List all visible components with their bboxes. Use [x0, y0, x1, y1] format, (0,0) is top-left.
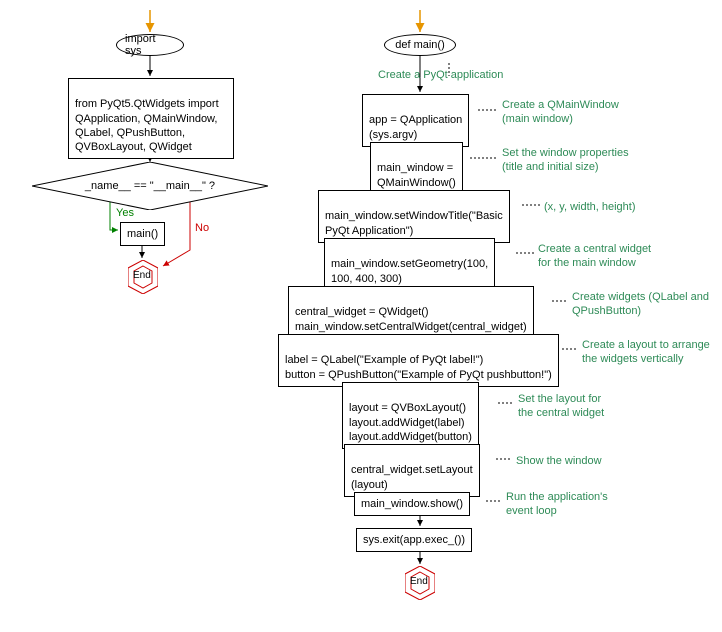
node-def-main: def main(): [384, 34, 456, 56]
node-label: def main(): [395, 39, 445, 51]
comment-title: (x, y, width, height): [544, 200, 636, 214]
comment-setlayout: Show the window: [516, 454, 602, 468]
node-decision-main: _name__ == "__main__" ?: [32, 162, 268, 210]
node-label: main(): [127, 228, 158, 240]
comment-show: Run the application's event loop: [506, 490, 608, 519]
node-label: label = QLabel("Example of PyQt label!")…: [285, 354, 552, 380]
node-label: layout = QVBoxLayout() layout.addWidget(…: [349, 402, 472, 443]
node-main-call: main(): [120, 222, 165, 246]
node-import-sys: import sys: [116, 34, 184, 56]
edge-label-no: No: [195, 222, 209, 234]
comment-app: Create a QMainWindow (main window): [502, 98, 619, 127]
comment-mw: Set the window properties (title and ini…: [502, 146, 629, 175]
node-geom: main_window.setGeometry(100, 100, 400, 3…: [324, 238, 495, 291]
node-label: main_window.setWindowTitle("Basic PyQt A…: [325, 210, 503, 236]
node-label: from PyQt5.QtWidgets import QApplication…: [75, 98, 219, 153]
node-labels: label = QLabel("Example of PyQt label!")…: [278, 334, 559, 387]
node-label: main_window.show(): [361, 498, 463, 510]
node-from-import: from PyQt5.QtWidgets import QApplication…: [68, 78, 234, 159]
node-app: app = QApplication (sys.argv): [362, 94, 469, 147]
comment-central: Create widgets (QLabel and QPushButton): [572, 290, 709, 319]
node-central: central_widget = QWidget() main_window.s…: [288, 286, 534, 339]
node-layout: layout = QVBoxLayout() layout.addWidget(…: [342, 382, 479, 449]
end-label: End: [133, 270, 151, 281]
end-label: End: [410, 576, 428, 587]
node-title: main_window.setWindowTitle("Basic PyQt A…: [318, 190, 510, 243]
comment-labels: Create a layout to arrange the widgets v…: [582, 338, 710, 367]
node-label: app = QApplication (sys.argv): [369, 114, 462, 140]
comment-layout: Set the layout for the central widget: [518, 392, 604, 421]
node-setlayout: central_widget.setLayout (layout): [344, 444, 480, 497]
node-label: central_widget.setLayout (layout): [351, 464, 473, 490]
node-label: central_widget = QWidget() main_window.s…: [295, 306, 527, 332]
node-end-left: End: [128, 260, 158, 297]
node-label: main_window = QMainWindow(): [377, 162, 456, 188]
edge-label-yes: Yes: [116, 207, 134, 219]
node-end-right: End: [405, 566, 435, 603]
comment-top: Create a PyQt application: [378, 68, 503, 82]
node-label: import sys: [125, 33, 175, 57]
comment-geom: Create a central widget for the main win…: [538, 242, 651, 271]
node-label: sys.exit(app.exec_()): [363, 534, 465, 546]
node-show: main_window.show(): [354, 492, 470, 516]
node-label: main_window.setGeometry(100, 100, 400, 3…: [331, 258, 488, 284]
node-mainwindow: main_window = QMainWindow(): [370, 142, 463, 195]
node-exit: sys.exit(app.exec_()): [356, 528, 472, 552]
